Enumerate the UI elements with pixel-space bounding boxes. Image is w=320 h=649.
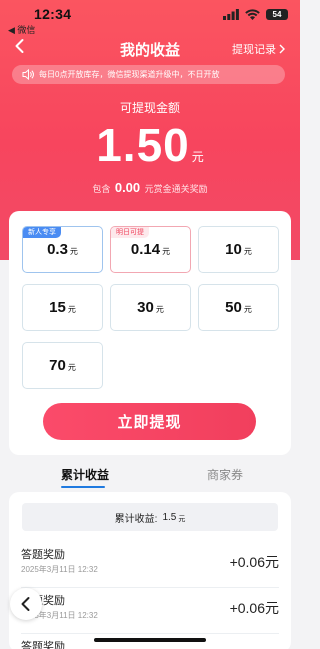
withdraw-option-10[interactable]: 10 元	[198, 226, 279, 273]
back-to-app-link[interactable]: ◀ 微信	[8, 23, 35, 36]
option-value: 0.3	[47, 241, 68, 258]
option-unit: 元	[243, 305, 252, 314]
withdraw-records-link[interactable]: 提现记录	[232, 41, 286, 57]
balance-amount: 1.50	[96, 119, 190, 171]
status-icons: 54	[223, 9, 288, 20]
floating-back-button[interactable]	[10, 588, 42, 620]
tab-cumulative-income[interactable]: 累计收益	[61, 466, 109, 483]
bonus-suffix: 元赏金通关奖励	[144, 184, 208, 194]
record-title: 答题奖励	[21, 549, 65, 561]
record-amount: +0.06元	[229, 554, 279, 570]
option-unit: 元	[67, 363, 76, 372]
speaker-icon	[22, 69, 34, 80]
total-income-unit: 元	[178, 515, 186, 523]
record-title: 答题奖励	[21, 641, 65, 649]
notice-bar: 每日0点开放库存，微信提现渠道升级中，不日开放	[12, 65, 285, 84]
balance-label: 可提现金额	[119, 101, 180, 115]
option-value: 10	[225, 241, 242, 258]
option-value: 30	[137, 299, 154, 316]
chevron-right-icon	[279, 44, 285, 54]
record-amount: +0.06元	[229, 600, 279, 616]
home-indicator	[94, 638, 206, 642]
option-unit: 元	[67, 305, 76, 314]
income-records-card: 累计收益: 1.5 元 答题奖励 2025年3月11日 12:32 +0.06元…	[9, 492, 291, 649]
chevron-left-icon	[21, 597, 30, 611]
option-tag-new-user: 新人专享	[23, 227, 61, 238]
tab-merchant-coupons[interactable]: 商家券	[207, 466, 243, 483]
status-time: 12:34	[34, 6, 72, 22]
status-bar: 12:34 ◀ 微信 54	[0, 0, 300, 36]
income-tabs: 累计收益 商家券	[0, 466, 300, 490]
balance-unit: 元	[191, 150, 204, 164]
withdraw-records-label: 提现记录	[232, 44, 276, 56]
list-item: 答题奖励 2025年3月11日 12:32 +0.06元	[21, 588, 279, 634]
total-income-label: 累计收益:	[114, 513, 158, 525]
option-tag-tomorrow: 明日可提	[111, 227, 149, 238]
total-income-value: 1.5	[162, 511, 177, 523]
withdraw-option-30[interactable]: 30 元	[110, 284, 191, 331]
option-unit: 元	[243, 247, 252, 256]
signal-icon	[223, 9, 239, 20]
option-unit: 元	[69, 247, 78, 256]
option-unit: 元	[162, 247, 171, 256]
record-date: 2025年3月11日 12:32	[21, 565, 98, 574]
list-item: 答题奖励 2025年3月11日 12:32 +0.06元	[21, 542, 279, 588]
active-tab-underline	[61, 486, 105, 488]
withdraw-option-70[interactable]: 70 元	[22, 342, 103, 389]
withdraw-option-0-3[interactable]: 新人专享 0.3 元	[22, 226, 103, 273]
withdraw-option-50[interactable]: 50 元	[198, 284, 279, 331]
bonus-included-text: 包含 0.00 元赏金通关奖励	[0, 180, 300, 195]
total-income-summary: 累计收益: 1.5 元	[22, 503, 278, 531]
option-value: 70	[49, 357, 66, 374]
option-value: 0.14	[130, 241, 161, 258]
withdraw-option-15[interactable]: 15 元	[22, 284, 103, 331]
option-value: 15	[49, 299, 66, 316]
option-value: 50	[225, 299, 242, 316]
withdraw-option-0-14[interactable]: 明日可提 0.14 元	[110, 226, 191, 273]
wifi-icon	[245, 9, 260, 20]
bonus-amount: 0.00	[114, 180, 141, 195]
withdraw-now-button[interactable]: 立即提现	[43, 403, 256, 440]
battery-icon: 54	[266, 9, 288, 20]
balance-amount-row: 1.50 元	[0, 118, 300, 172]
option-unit: 元	[155, 305, 164, 314]
notice-text: 每日0点开放库存，微信提现渠道升级中，不日开放	[39, 70, 220, 79]
bonus-prefix: 包含	[92, 184, 111, 194]
withdraw-options-card: 新人专享 0.3 元 明日可提 0.14 元 10 元 15 元 30 元 50 元 70 元…	[9, 211, 291, 455]
